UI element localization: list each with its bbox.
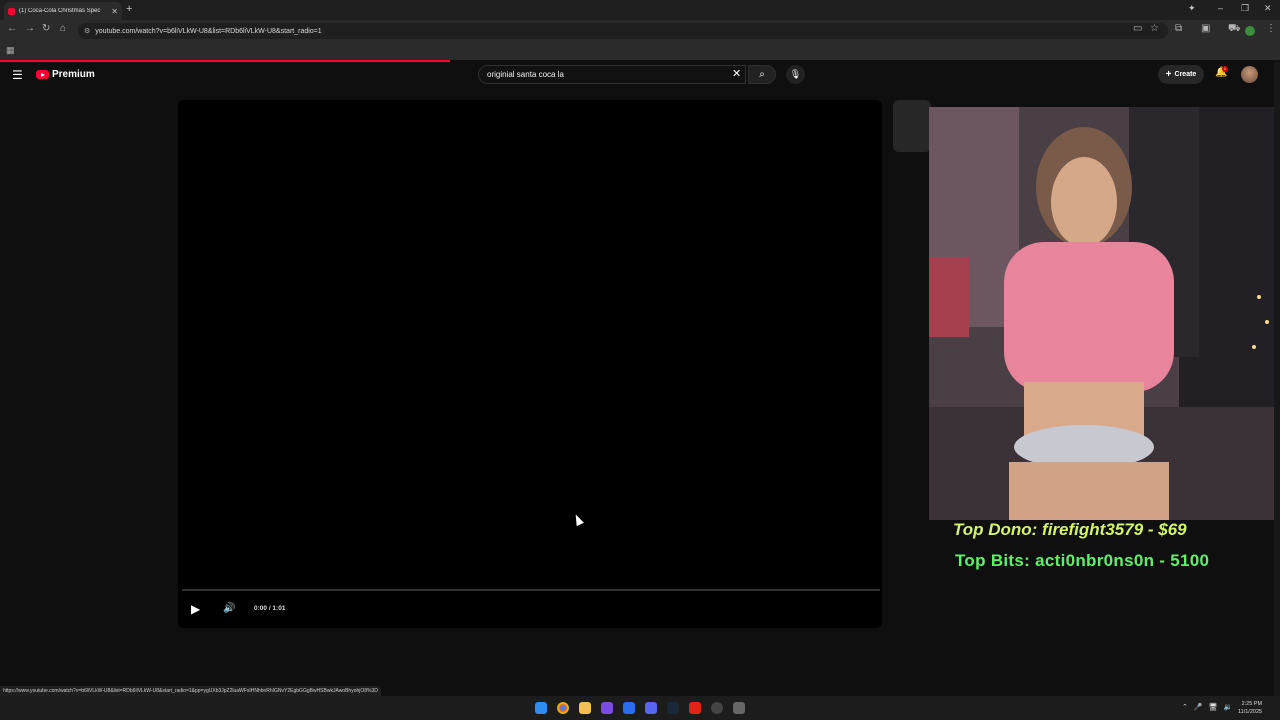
bookmark-star-icon[interactable]: ☆: [1150, 23, 1159, 34]
site-info-icon[interactable]: ⚙: [84, 27, 90, 35]
page-scrollbar[interactable]: [1274, 62, 1280, 696]
chrome-icon[interactable]: [557, 702, 569, 714]
discord-icon[interactable]: [645, 702, 657, 714]
voice-search-button[interactable]: 🎙: [786, 65, 805, 84]
address-bar[interactable]: ⚙ youtube.com/watch?v=b6liVLkW-U8&list=R…: [78, 23, 1168, 39]
top-bits-text: Top Bits: acti0nbr0ns0n - 5100: [955, 551, 1210, 570]
microphone-tray-icon[interactable]: 🎤: [1194, 703, 1203, 711]
new-tab-icon[interactable]: +: [126, 3, 132, 15]
file-explorer-icon[interactable]: [579, 702, 591, 714]
browser-tab[interactable]: (1) Coca-Cola Christmas Spec ✕: [4, 2, 122, 20]
play-button[interactable]: ▶: [191, 602, 200, 616]
notification-badge: 1: [1222, 66, 1228, 72]
minimize-icon[interactable]: –: [1218, 3, 1223, 13]
back-icon[interactable]: ←: [7, 23, 17, 34]
microphone-icon: 🎙: [789, 69, 802, 79]
youtube-favicon-icon: [8, 7, 15, 15]
clock-time: 2:25 PM: [1241, 701, 1263, 707]
reload-icon[interactable]: ↻: [42, 23, 50, 34]
windows-taskbar: [0, 696, 1280, 720]
video-time: 0:00 / 1:01: [254, 605, 286, 612]
video-player[interactable]: [178, 100, 882, 628]
sidebar-placeholder: [893, 100, 931, 152]
apps-grid-icon[interactable]: ▦: [6, 45, 15, 56]
taskbar-clock[interactable]: 2:25 PM 11/1/2025: [1238, 700, 1262, 716]
top-donation-text: Top Dono: firefight3579 - $69: [953, 520, 1187, 539]
volume-icon[interactable]: 🔊: [223, 603, 235, 614]
search-button[interactable]: ⌕: [748, 65, 776, 84]
extensions-icon[interactable]: ⧉: [1175, 23, 1182, 34]
search-query: originial santa coca la: [487, 70, 564, 79]
clock-date: 11/1/2025: [1238, 709, 1263, 715]
bookmark-bar: [0, 41, 1280, 60]
search-input[interactable]: originial santa coca la: [478, 65, 746, 84]
tab-title: (1) Coca-Cola Christmas Spec: [19, 8, 101, 14]
plus-icon: +: [1165, 69, 1172, 80]
webcam-image: [929, 107, 1280, 520]
gear-icon[interactable]: [733, 702, 745, 714]
status-url-bubble: https://www.youtube.com/watch?v=b6liVLkW…: [0, 686, 381, 696]
start-windows-icon[interactable]: [535, 702, 547, 714]
clear-search-icon[interactable]: ✕: [732, 67, 741, 80]
tab-strip: [0, 0, 1280, 20]
address-url: youtube.com/watch?v=b6liVLkW-U8&list=RDb…: [95, 27, 322, 35]
profile-avatar[interactable]: [1245, 26, 1255, 36]
restore-icon[interactable]: ❐: [1241, 3, 1249, 14]
close-tab-icon[interactable]: ✕: [111, 7, 118, 16]
cast-icon[interactable]: ▭: [1133, 23, 1142, 34]
create-label: Create: [1174, 71, 1197, 78]
volume-tray-icon[interactable]: 🔉: [1223, 703, 1232, 711]
video-progress-bar[interactable]: [182, 589, 880, 591]
network-icon[interactable]: 🖥: [1209, 703, 1218, 711]
cart-icon[interactable]: ⛟: [1228, 23, 1241, 36]
youtube-play-logo-icon: [36, 70, 49, 79]
search-icon: ⌕: [759, 69, 765, 80]
system-tray[interactable]: ⌃ 🎤 🖥 🔉: [1182, 703, 1232, 711]
youtube-app-icon[interactable]: [689, 702, 701, 714]
chevron-up-icon[interactable]: ⌃: [1182, 703, 1188, 711]
guide-menu-icon[interactable]: ☰: [12, 68, 23, 82]
logo-text: Premium: [52, 69, 95, 80]
youtube-premium-logo[interactable]: Premium: [36, 69, 95, 80]
create-button[interactable]: + Create: [1158, 65, 1204, 84]
sparkle-icon[interactable]: ✦: [1188, 3, 1196, 14]
app-icon[interactable]: [623, 702, 635, 714]
split-view-icon[interactable]: ▣: [1201, 23, 1210, 34]
home-icon[interactable]: ⌂: [60, 23, 66, 34]
steam-icon[interactable]: [667, 702, 679, 714]
settings-app-icon[interactable]: [711, 702, 723, 714]
forward-icon[interactable]: →: [25, 23, 35, 34]
menu-kebab-icon[interactable]: ⋮: [1266, 23, 1276, 34]
close-window-icon[interactable]: ✕: [1264, 3, 1272, 14]
webcam-feed: [929, 107, 1280, 520]
obs-icon[interactable]: [601, 702, 613, 714]
account-avatar[interactable]: [1241, 66, 1258, 83]
